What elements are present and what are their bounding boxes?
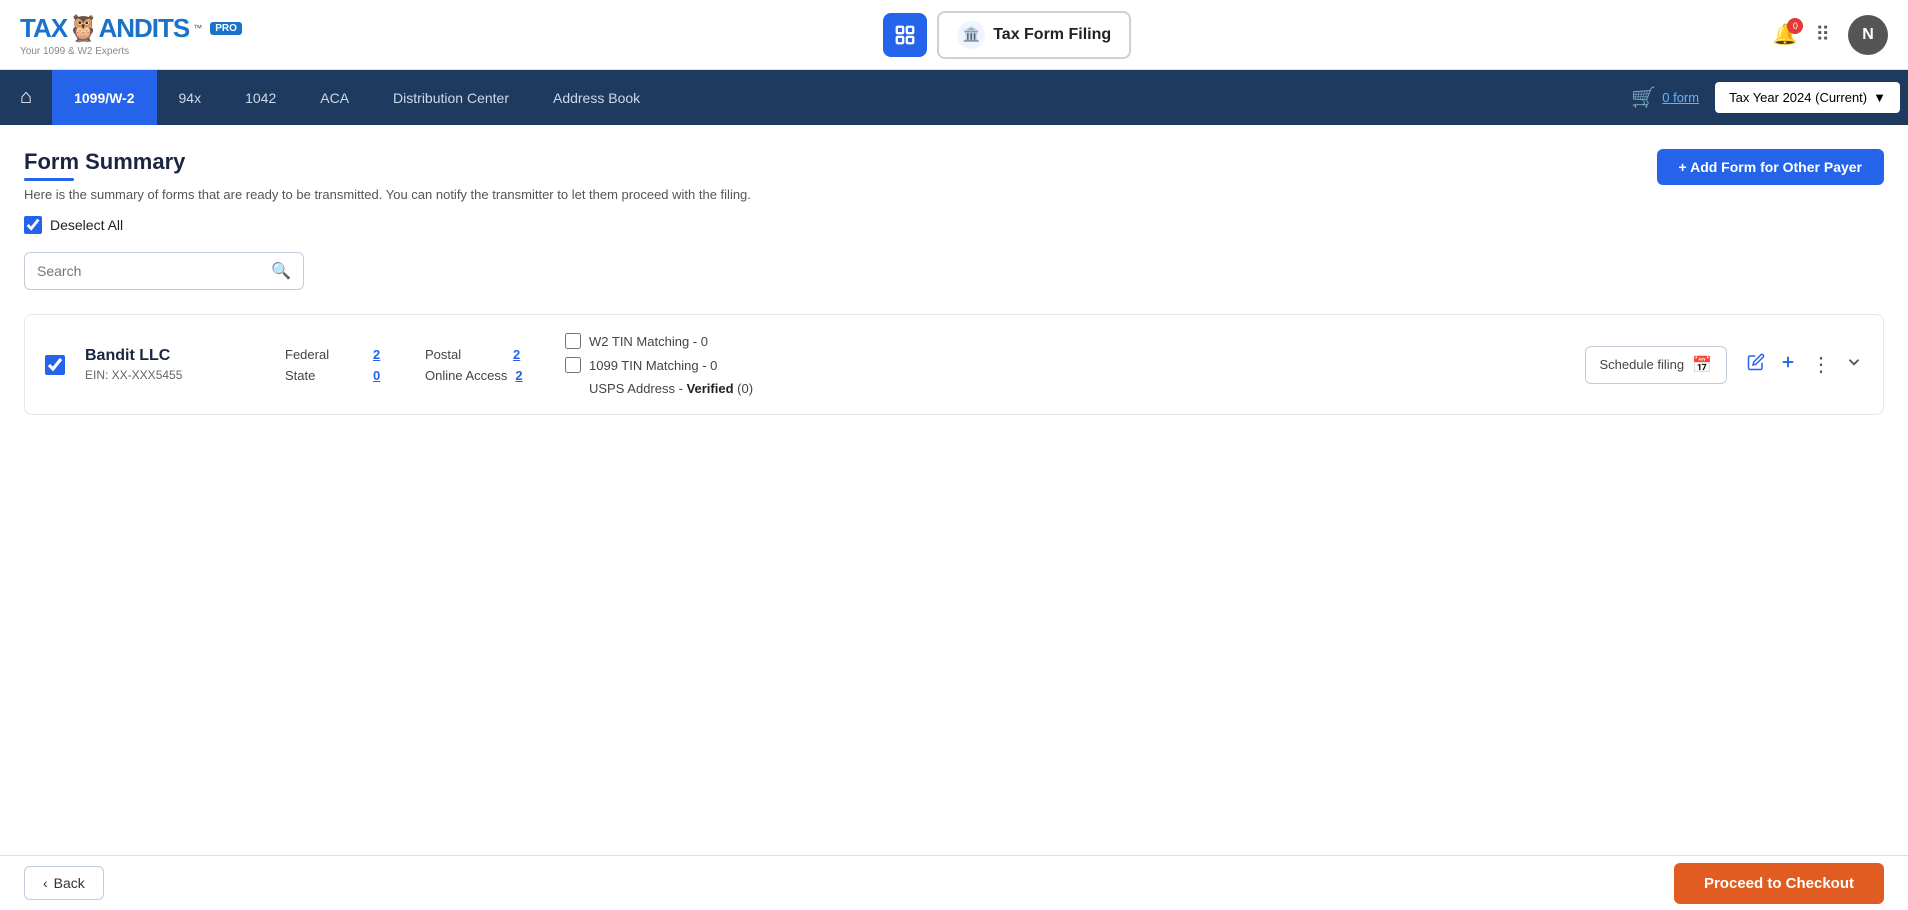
main-content: Form Summary Here is the summary of form…	[0, 125, 1908, 855]
footer-bar: ‹ Back Proceed to Checkout	[0, 855, 1908, 910]
tax-year-label: Tax Year 2024 (Current)	[1729, 90, 1867, 105]
tin1099-label: 1099 TIN Matching - 0	[589, 358, 717, 373]
add-form-label: + Add Form for Other Payer	[1679, 159, 1862, 175]
deselect-all-checkbox[interactable]	[24, 216, 42, 234]
state-value[interactable]: 0	[373, 368, 380, 383]
header-right: 🔔 0 ⠿ N	[1772, 15, 1888, 55]
deselect-row: Deselect All	[24, 216, 1884, 234]
payer-name: Bandit LLC	[85, 347, 265, 365]
notification-badge: 0	[1787, 18, 1803, 34]
back-icon: ‹	[43, 875, 48, 891]
add-form-button[interactable]: + Add Form for Other Payer	[1657, 149, 1884, 185]
add-button[interactable]	[1779, 353, 1797, 376]
form-summary-underline	[24, 178, 74, 181]
schedule-calendar-icon: 📅	[1692, 355, 1712, 375]
online-access-label: Online Access	[425, 368, 507, 383]
schedule-filing-button[interactable]: Schedule filing 📅	[1585, 346, 1727, 384]
nav-item-94x[interactable]: 94x	[157, 70, 224, 125]
tin1099-checkbox[interactable]	[565, 357, 581, 373]
header-center: 🏛️ Tax Form Filing	[258, 11, 1757, 59]
cart-area[interactable]: 🛒 0 form	[1615, 85, 1715, 110]
postal-value[interactable]: 2	[513, 347, 520, 362]
logo-owl-icon: 🦉	[67, 13, 98, 43]
tax-year-arrow-icon: ▼	[1873, 90, 1886, 105]
search-input[interactable]	[37, 263, 263, 279]
federal-value[interactable]: 2	[373, 347, 380, 362]
w2-tin-checkbox[interactable]	[565, 333, 581, 349]
top-header: TAX🦉ANDITS ™ PRO Your 1099 & W2 Experts …	[0, 0, 1908, 70]
tin-matching-col: W2 TIN Matching - 0 1099 TIN Matching - …	[565, 333, 765, 396]
apps-grid-button[interactable]: ⠿	[1815, 22, 1830, 47]
logo-subtitle: Your 1099 & W2 Experts	[20, 46, 129, 57]
proceed-to-checkout-button[interactable]: Proceed to Checkout	[1674, 863, 1884, 904]
search-icon: 🔍	[271, 261, 291, 281]
usps-row: USPS Address - Verified (0)	[565, 381, 765, 396]
nav-item-1099w2[interactable]: 1099/W-2	[52, 70, 156, 125]
form-summary-title-area: Form Summary Here is the summary of form…	[24, 149, 751, 202]
proceed-label: Proceed to Checkout	[1704, 875, 1854, 892]
online-access-value[interactable]: 2	[515, 368, 522, 383]
form-summary-desc: Here is the summary of forms that are re…	[24, 187, 751, 202]
postal-row: Postal 2	[425, 347, 545, 362]
postal-label: Postal	[425, 347, 505, 362]
payer-card: Bandit LLC EIN: XX-XXX5455 Federal 2 Sta…	[24, 314, 1884, 415]
notification-button[interactable]: 🔔 0	[1772, 22, 1797, 47]
tax-form-filing-label: Tax Form Filing	[993, 26, 1111, 44]
tin1099-row: 1099 TIN Matching - 0	[565, 357, 765, 373]
online-access-row: Online Access 2	[425, 368, 545, 383]
nav-home-button[interactable]: ⌂	[0, 70, 52, 125]
back-button[interactable]: ‹ Back	[24, 866, 104, 900]
usps-verified: Verified	[687, 381, 734, 396]
cart-icon: 🛒	[1631, 85, 1656, 110]
nav-item-address-book[interactable]: Address Book	[531, 70, 662, 125]
w2-tin-row: W2 TIN Matching - 0	[565, 333, 765, 349]
usps-label: USPS Address -	[589, 381, 683, 396]
state-label: State	[285, 368, 365, 383]
payer-counts: Federal 2 State 0	[285, 347, 405, 383]
tax-form-filing-icon: 🏛️	[957, 21, 985, 49]
logo-area: TAX🦉ANDITS ™ PRO Your 1099 & W2 Experts	[20, 13, 242, 57]
logo-taxandits: TAX🦉ANDITS	[20, 13, 189, 44]
user-avatar[interactable]: N	[1848, 15, 1888, 55]
search-box: 🔍	[24, 252, 304, 290]
header-app-icon-button[interactable]	[883, 13, 927, 57]
state-row: State 0	[285, 368, 405, 383]
expand-button[interactable]	[1845, 353, 1863, 376]
w2-tin-label: W2 TIN Matching - 0	[589, 334, 708, 349]
nav-bar: ⌂ 1099/W-2 94x 1042 ACA Distribution Cen…	[0, 70, 1908, 125]
nav-item-aca[interactable]: ACA	[298, 70, 371, 125]
nav-item-distribution-center[interactable]: Distribution Center	[371, 70, 531, 125]
action-icons: ⋮	[1747, 352, 1863, 377]
edit-button[interactable]	[1747, 353, 1765, 376]
payer-right: Schedule filing 📅 ⋮	[1585, 346, 1863, 384]
tax-year-dropdown[interactable]: Tax Year 2024 (Current) ▼	[1715, 82, 1900, 113]
nav-item-1042[interactable]: 1042	[223, 70, 298, 125]
payer-info: Bandit LLC EIN: XX-XXX5455	[85, 347, 265, 382]
federal-label: Federal	[285, 347, 365, 362]
form-summary-title: Form Summary	[24, 149, 751, 175]
logo-pro-badge: PRO	[210, 22, 242, 35]
cart-link[interactable]: 0 form	[1662, 90, 1699, 105]
form-summary-header: Form Summary Here is the summary of form…	[24, 149, 1884, 202]
logo-tm: ™	[193, 23, 202, 33]
logo-main: TAX🦉ANDITS ™ PRO	[20, 13, 242, 44]
more-options-button[interactable]: ⋮	[1811, 352, 1831, 377]
usps-count: (0)	[737, 381, 753, 396]
payer-counts-postal: Postal 2 Online Access 2	[425, 347, 545, 383]
schedule-label: Schedule filing	[1600, 357, 1685, 372]
payer-ein: EIN: XX-XXX5455	[85, 368, 265, 382]
tax-form-filing-button[interactable]: 🏛️ Tax Form Filing	[937, 11, 1131, 59]
deselect-all-label[interactable]: Deselect All	[50, 217, 123, 233]
payer-checkbox[interactable]	[45, 355, 65, 375]
federal-row: Federal 2	[285, 347, 405, 362]
back-label: Back	[54, 875, 85, 891]
